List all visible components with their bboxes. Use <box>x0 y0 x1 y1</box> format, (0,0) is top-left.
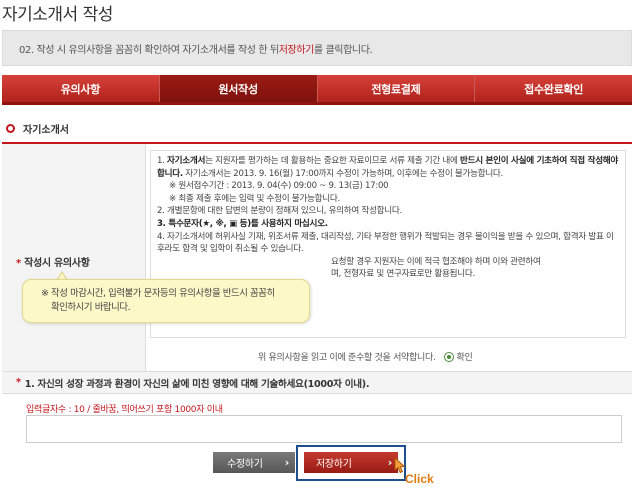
rule-1-number: 1. <box>157 156 168 166</box>
question-row: * 1. 자신의 성장 과정과 환경이 자신의 삶에 미친 영향에 대해 기술하… <box>2 372 632 394</box>
tooltip-line-1: ※ 작성 마감시간, 입력불가 문자등의 유의사항을 반드시 꼼꼼히 <box>41 288 275 299</box>
instruction-bar: 02. 작성 시 유의사항을 꼼꼼히 확인하여 자기소개서를 작성 한 뒤 저장… <box>2 30 632 66</box>
question-text: 1. 자신의 성장 과정과 환경이 자신의 삶에 미친 영향에 대해 기술하세요… <box>24 378 370 390</box>
agreement-text: 위 유의사항을 읽고 이에 준수할 것을 서약합니다. <box>258 353 436 363</box>
instruction-suffix: 를 클릭합니다. <box>313 44 373 56</box>
rule-1-sub1: ※ 원서접수기간 : 2013. 9. 04(수) 09:00 ~ 9. 13(… <box>169 181 389 192</box>
tab-completion-check[interactable]: 접수완료확인 <box>475 75 632 102</box>
tab-fee-payment[interactable]: 전형료결제 <box>318 75 476 102</box>
page-title: 자기소개서 작성 <box>2 5 113 25</box>
save-button-label: 저장하기 <box>316 459 352 470</box>
row-label-cell: * 작성시 유의사항 <box>2 144 146 371</box>
step-tabs: 유의사항 원서작성 전형료결제 접수완료확인 <box>2 75 632 105</box>
required-mark: * <box>16 377 21 388</box>
rule-3: 3. 특수문자(★, ※, ▣ 등)를 사용하지 마십시오. <box>157 218 328 229</box>
tab-application-form[interactable]: 원서작성 <box>159 75 318 102</box>
row-content-cell: 1. 자기소개서는 지원자를 평가하는 데 활용하는 중요한 자료이므로 서류 … <box>146 144 632 371</box>
click-annotation: Click <box>405 472 434 486</box>
section-heading: 자기소개서 <box>6 121 69 136</box>
agreement-option-label[interactable]: 확인 <box>457 350 473 363</box>
precautions-row: * 작성시 유의사항 1. 자기소개서는 지원자를 평가하는 데 활용하는 중요… <box>2 142 632 372</box>
edit-button[interactable]: 수정하기 › <box>213 452 295 473</box>
rule-4b: 요청할 경우 지원자는 이에 적극 협조해야 하며 이와 관련하여 <box>331 256 541 267</box>
chevron-right-icon: › <box>284 456 290 469</box>
agreement-line: 위 유의사항을 읽고 이에 준수할 것을 서약합니다. 확인 <box>258 350 473 363</box>
rule-1-bold: 자기소개서 <box>167 156 206 166</box>
rule-4a: 4. 자기소개서에 허위사실 기재, 위조서류 제출, 대리작성, 기타 부정한… <box>157 231 614 255</box>
circle-bullet-icon <box>6 124 15 133</box>
rule-1-text: 는 지원자를 평가하는 데 활용하는 중요한 자료이므로 서류 제출 기간 내에 <box>205 156 461 166</box>
instruction-prefix: 02. 작성 시 유의사항을 꼼꼼히 확인하여 자기소개서를 작성 한 뒤 <box>19 44 279 56</box>
rule-1: 1. 자기소개서는 지원자를 평가하는 데 활용하는 중요한 자료이므로 서류 … <box>157 155 619 180</box>
section-title: 자기소개서 <box>23 125 69 136</box>
char-count: 입력글자수 : 10 / 줄바꿈, 띄어쓰기 포함 1000자 이내 <box>26 405 223 415</box>
edit-button-label: 수정하기 <box>227 459 263 470</box>
rule-1-sub2: ※ 최종 제출 후에는 입력 및 수정이 불가능합니다. <box>169 193 340 204</box>
instruction-highlight: 저장하기 <box>278 44 315 56</box>
required-mark: * <box>16 258 21 269</box>
rule-1-text2: 자기소개서는 2013. 9. 16(월) 17:00까지 수정이 가능하며, … <box>182 168 503 179</box>
tab-precautions[interactable]: 유의사항 <box>2 75 160 102</box>
save-button[interactable]: 저장하기 › <box>304 452 398 473</box>
radio-checked-icon[interactable] <box>443 351 454 362</box>
guide-tooltip: ※ 작성 마감시간, 입력불가 문자등의 유의사항을 반드시 꼼꼼히 확인하시기… <box>22 279 310 323</box>
row-label-text: 작성시 유의사항 <box>24 258 90 269</box>
tooltip-line-2: 확인하시기 바랍니다. <box>51 302 131 313</box>
rule-2: 2. 개별문항에 대한 답변의 분량이 정해져 있으니, 유의하여 작성합니다. <box>157 206 402 217</box>
essay-textarea[interactable] <box>26 415 622 443</box>
row-label: * 작성시 유의사항 <box>16 254 90 269</box>
